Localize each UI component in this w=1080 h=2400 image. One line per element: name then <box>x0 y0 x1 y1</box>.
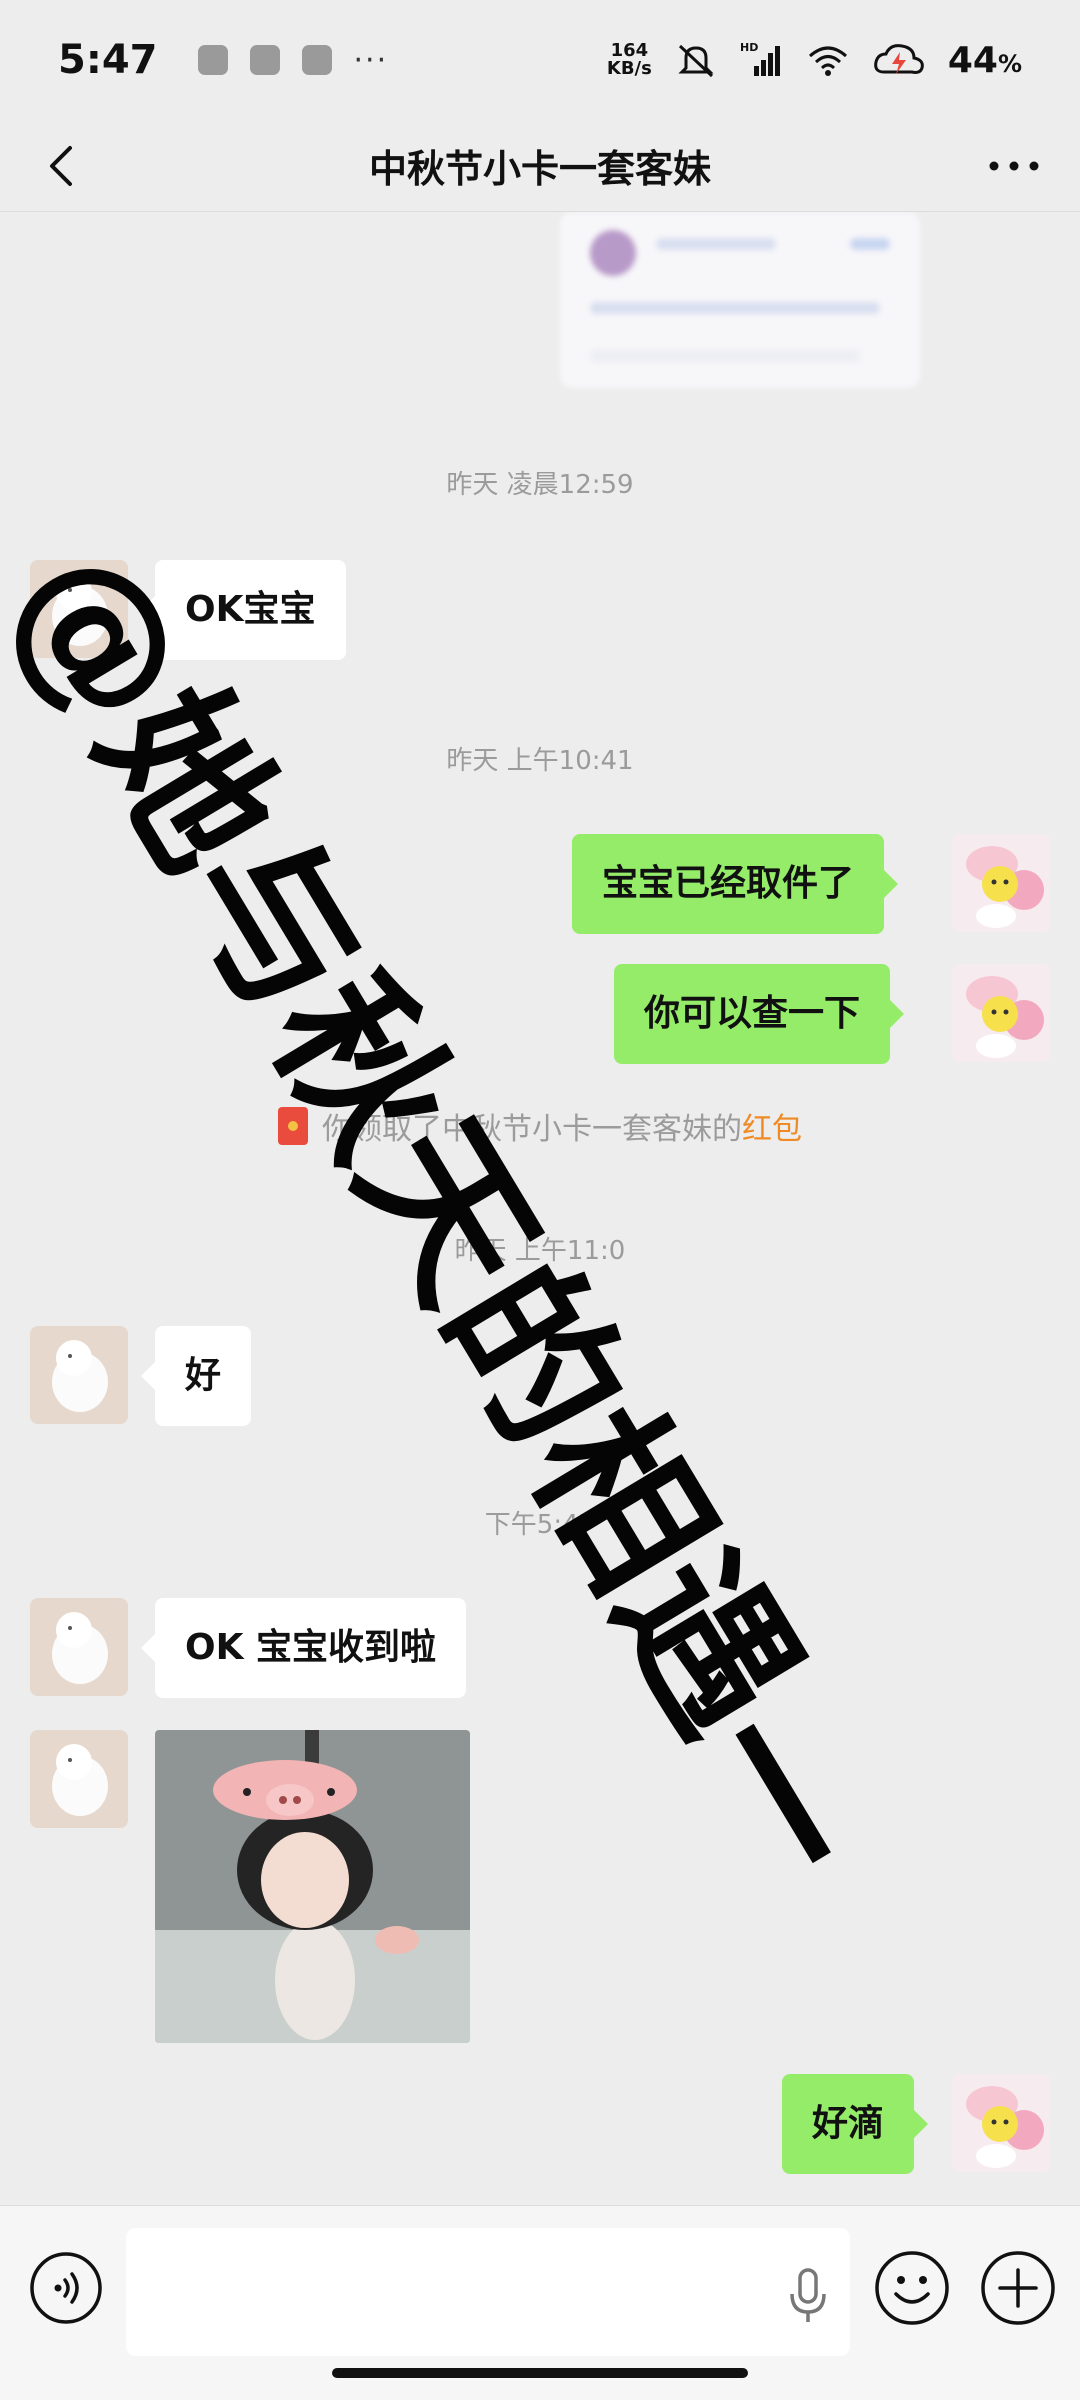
message-bubble-outgoing[interactable]: 宝宝已经取件了 <box>572 834 899 934</box>
emoji-icon[interactable] <box>872 2248 952 2328</box>
status-bar: 5:47 ··· 164 KB/s HD 44% <box>0 0 1080 120</box>
notification-icons: ··· <box>197 42 389 78</box>
chat-header: 中秋节小卡一套客妹 <box>0 120 1080 212</box>
voice-icon[interactable] <box>28 2250 104 2326</box>
message-bubble-outgoing[interactable]: 好滴 <box>782 2074 929 2174</box>
my-avatar[interactable] <box>952 834 1050 932</box>
chat-title: 中秋节小卡一套客妹 <box>368 147 711 191</box>
mic-icon[interactable] <box>786 2266 830 2326</box>
weibo-notification-icon <box>197 45 228 75</box>
blurred-line <box>590 350 860 362</box>
message-input[interactable] <box>126 2228 850 2356</box>
app-notification-icon <box>249 45 280 75</box>
blurred-line <box>590 302 880 314</box>
contact-avatar[interactable] <box>30 1598 128 1696</box>
mute-icon <box>678 44 714 78</box>
my-avatar[interactable] <box>952 2074 1050 2172</box>
shared-card-blurred[interactable] <box>560 212 920 388</box>
red-packet-link[interactable]: 红包 <box>742 1112 802 1147</box>
battery-value: 44 <box>947 39 998 81</box>
my-avatar[interactable] <box>952 964 1050 1062</box>
contact-avatar[interactable] <box>30 1730 128 1828</box>
home-indicator[interactable] <box>332 2368 748 2378</box>
message-bubble-incoming[interactable]: OK 宝宝收到啦 <box>140 1598 467 1698</box>
blurred-line <box>850 238 890 250</box>
battery-unit: % <box>997 49 1022 78</box>
battery-charging-icon <box>874 44 924 74</box>
plus-icon[interactable] <box>978 2248 1058 2328</box>
signal-icon: HD <box>740 41 780 76</box>
message-bubble-incoming[interactable]: 好 <box>140 1326 252 1426</box>
network-speed-unit: KB/s <box>606 58 652 79</box>
more-dots-icon[interactable] <box>988 156 1040 176</box>
sticker-image[interactable] <box>155 1730 470 2043</box>
more-notifications-icon: ··· <box>353 42 389 78</box>
blurred-line <box>656 238 776 250</box>
red-packet-notice: 你领取了中秋节小卡一套客妹的红包 <box>0 1104 1080 1148</box>
contact-avatar[interactable] <box>30 1326 128 1424</box>
status-time: 5:47 <box>58 37 158 83</box>
battery-level: 44% <box>948 40 1022 81</box>
status-indicators: 164 KB/s HD 44% <box>607 40 1022 81</box>
wifi-icon <box>808 46 847 76</box>
hd-label: HD <box>740 41 758 54</box>
blurred-avatar <box>590 230 636 276</box>
back-icon[interactable] <box>34 136 94 196</box>
upload-notification-icon <box>301 45 332 75</box>
timestamp: 昨天 凌晨12:59 <box>446 470 634 500</box>
message-bubble-outgoing[interactable]: 你可以查一下 <box>614 964 905 1064</box>
network-speed: 164 KB/s <box>607 42 652 78</box>
